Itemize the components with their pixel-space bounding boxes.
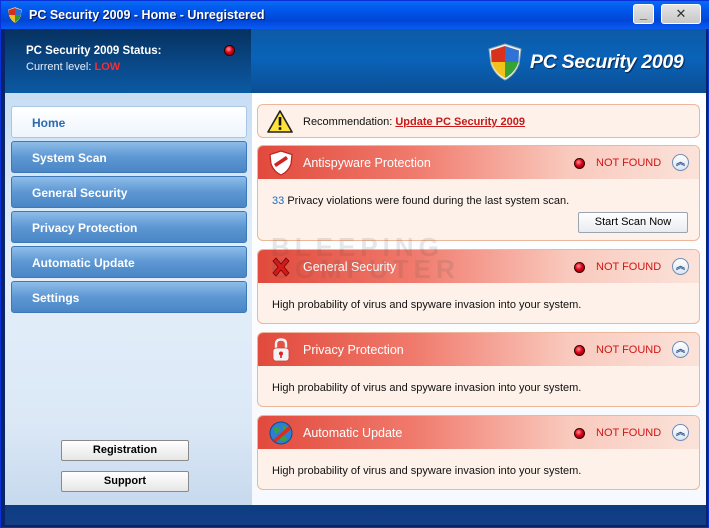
- main-content: Recommendation: Update PC Security 2009 …: [252, 93, 706, 505]
- app-header: PC Security 2009 Status: Current level: …: [5, 29, 706, 93]
- status-led-icon: [574, 345, 585, 356]
- warning-icon: [267, 110, 293, 133]
- status-led-icon: [574, 158, 585, 169]
- shield-alert-icon: [269, 150, 293, 176]
- watermark: BLEEPING COMPUTER: [271, 234, 460, 284]
- bottom-bar: [5, 505, 706, 525]
- watermark-line: COMPUTER: [271, 254, 460, 284]
- chevron-up-icon: ︽: [675, 344, 685, 354]
- violation-count: 33: [272, 195, 285, 207]
- status-led-icon: [574, 262, 585, 273]
- sidebar-item-automatic-update[interactable]: Automatic Update: [11, 246, 247, 278]
- collapse-button[interactable]: ︽: [672, 258, 689, 275]
- sidebar-item-label: Automatic Update: [32, 256, 135, 270]
- window-title: PC Security 2009 - Home - Unregistered: [29, 8, 265, 22]
- panel-title: Antispyware Protection: [303, 156, 431, 170]
- sidebar-item-home[interactable]: Home: [11, 106, 247, 138]
- panel-status: NOT FOUND: [596, 427, 662, 439]
- panel-message-text: Privacy violations were found during the…: [287, 195, 570, 207]
- current-level-label: Current level:: [26, 61, 92, 73]
- recommendation-label: Recommendation:: [303, 116, 393, 128]
- support-button[interactable]: Support: [61, 471, 189, 492]
- sidebar-item-settings[interactable]: Settings: [11, 281, 247, 313]
- minimize-icon: _: [639, 6, 648, 21]
- panel-message: High probability of virus and spyware in…: [272, 382, 582, 394]
- sidebar-item-general-security[interactable]: General Security: [11, 176, 247, 208]
- panel-title: Automatic Update: [303, 426, 403, 440]
- panel-automatic-update: Automatic Update NOT FOUND ︽ High probab…: [257, 415, 700, 490]
- brand-logo: PC Security 2009: [488, 43, 703, 83]
- status-area: PC Security 2009 Status: Current level: …: [5, 29, 251, 93]
- status-led-icon: [224, 45, 235, 56]
- globe-update-icon: [269, 421, 293, 445]
- panel-privacy-protection: Privacy Protection NOT FOUND ︽ High prob…: [257, 332, 700, 407]
- close-icon: ✕: [675, 6, 687, 21]
- shield-app-icon: [8, 7, 22, 23]
- recommendation-bar: Recommendation: Update PC Security 2009: [257, 104, 700, 138]
- recommendation-text: Recommendation: Update PC Security 2009: [303, 116, 525, 128]
- sidebar: Home System Scan General Security Privac…: [5, 93, 252, 505]
- chevron-up-icon: ︽: [675, 261, 685, 271]
- close-button[interactable]: ✕: [661, 4, 701, 24]
- panel-status: NOT FOUND: [596, 344, 662, 356]
- panel-message: 33 Privacy violations were found during …: [272, 195, 569, 207]
- collapse-button[interactable]: ︽: [672, 341, 689, 358]
- chevron-up-icon: ︽: [675, 157, 685, 167]
- panel-message: High probability of virus and spyware in…: [272, 465, 582, 477]
- sidebar-item-privacy-protection[interactable]: Privacy Protection: [11, 211, 247, 243]
- chevron-up-icon: ︽: [675, 427, 685, 437]
- update-link[interactable]: Update PC Security 2009: [395, 116, 525, 128]
- sidebar-item-label: Home: [32, 116, 66, 130]
- sidebar-item-system-scan[interactable]: System Scan: [11, 141, 247, 173]
- panel-status: NOT FOUND: [596, 261, 662, 273]
- minimize-button[interactable]: _: [633, 4, 654, 24]
- panel-header[interactable]: Privacy Protection NOT FOUND ︽: [258, 333, 699, 366]
- collapse-button[interactable]: ︽: [672, 424, 689, 441]
- panel-message: High probability of virus and spyware in…: [272, 299, 582, 311]
- current-level: Current level: LOW: [26, 61, 120, 73]
- sidebar-item-label: Privacy Protection: [32, 221, 138, 235]
- sidebar-item-label: System Scan: [32, 151, 107, 165]
- status-led-icon: [574, 428, 585, 439]
- panel-header[interactable]: Antispyware Protection NOT FOUND ︽: [258, 146, 699, 179]
- app-window: PC Security 2009 - Home - Unregistered _…: [0, 0, 709, 528]
- start-scan-button[interactable]: Start Scan Now: [578, 212, 688, 233]
- title-bar[interactable]: PC Security 2009 - Home - Unregistered _…: [1, 1, 709, 29]
- panel-antispyware: Antispyware Protection NOT FOUND ︽ 33 Pr…: [257, 145, 700, 241]
- panel-status: NOT FOUND: [596, 157, 662, 169]
- brand-name: PC Security 2009: [530, 51, 684, 73]
- sidebar-item-label: Settings: [32, 291, 80, 305]
- shield-logo-icon: [488, 43, 522, 81]
- sidebar-item-label: General Security: [32, 186, 128, 200]
- registration-button[interactable]: Registration: [61, 440, 189, 461]
- current-level-value: LOW: [94, 61, 121, 73]
- padlock-icon: [272, 338, 290, 362]
- panel-header[interactable]: Automatic Update NOT FOUND ︽: [258, 416, 699, 449]
- status-title: PC Security 2009 Status:: [26, 45, 162, 57]
- panel-title: Privacy Protection: [303, 343, 404, 357]
- collapse-button[interactable]: ︽: [672, 154, 689, 171]
